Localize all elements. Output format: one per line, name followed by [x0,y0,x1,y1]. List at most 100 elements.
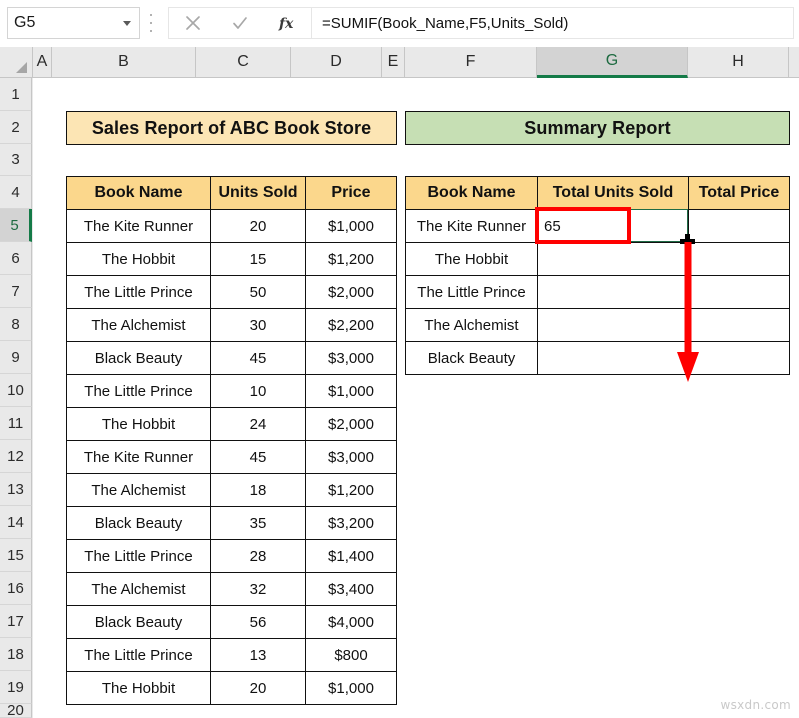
row-header-7[interactable]: 7 [0,275,32,308]
column-header-g[interactable]: G [537,47,688,78]
fx-icon[interactable]: fx [272,10,302,36]
row-header-1[interactable]: 1 [0,78,32,111]
table-cell[interactable]: 28 [210,539,306,573]
row-header-16[interactable]: 16 [0,572,32,605]
column-header-h[interactable]: H [688,47,789,77]
table-cell[interactable]: The Little Prince [66,374,211,408]
table-cell[interactable]: 50 [210,275,306,309]
table-cell[interactable] [688,209,790,243]
table-cell[interactable]: $1,200 [305,473,397,507]
table-cell[interactable]: The Alchemist [66,572,211,606]
column-header-e[interactable]: E [382,47,405,77]
row-header-2[interactable]: 2 [0,111,32,144]
table-cell[interactable]: The Hobbit [66,671,211,705]
row-header-15[interactable]: 15 [0,539,32,572]
table-cell[interactable]: 18 [210,473,306,507]
table-cell[interactable]: The Alchemist [405,308,538,342]
table-cell[interactable]: $1,400 [305,539,397,573]
table-cell[interactable]: $1,000 [305,671,397,705]
table-cell[interactable]: Black Beauty [66,605,211,639]
table-cell[interactable]: The Alchemist [66,308,211,342]
table-cell[interactable]: 20 [210,671,306,705]
table-cell[interactable]: Black Beauty [66,506,211,540]
row-header-8[interactable]: 8 [0,308,32,341]
formula-input[interactable]: =SUMIF(Book_Name,F5,Units_Sold) [311,7,794,39]
column-header-b[interactable]: B [52,47,196,77]
table-cell[interactable]: $1,000 [305,374,397,408]
column-header-c[interactable]: C [196,47,291,77]
table-cell[interactable]: 35 [210,506,306,540]
table-cell[interactable]: $3,000 [305,341,397,375]
row-header-17[interactable]: 17 [0,605,32,638]
chevron-down-icon[interactable] [123,20,131,26]
row-header-12[interactable]: 12 [0,440,32,473]
table-cell[interactable] [537,308,689,342]
table-cell[interactable]: The Little Prince [66,638,211,672]
table-cell[interactable]: 30 [210,308,306,342]
row-header-6[interactable]: 6 [0,242,32,275]
table-cell[interactable]: $4,000 [305,605,397,639]
sales-report-table[interactable]: Book Name Units Sold Price The Kite Runner 2… [66,176,397,705]
table-cell[interactable]: $3,400 [305,572,397,606]
table-cell[interactable]: $2,000 [305,275,397,309]
table-cell[interactable]: $800 [305,638,397,672]
row-header-19[interactable]: 19 [0,671,32,704]
more-options-icon[interactable] [148,14,154,32]
table-cell[interactable] [688,275,790,309]
table-row: The Alchemist 32 $3,400 [66,572,397,606]
table-cell[interactable]: The Kite Runner [66,440,211,474]
table-cell[interactable]: 32 [210,572,306,606]
column-header-a[interactable]: A [33,47,52,77]
table-cell[interactable]: 45 [210,341,306,375]
table-cell[interactable]: 20 [210,209,306,243]
table-cell[interactable]: $2,200 [305,308,397,342]
table-cell[interactable]: $3,200 [305,506,397,540]
table-cell[interactable]: 15 [210,242,306,276]
table-cell[interactable]: The Alchemist [66,473,211,507]
column-header-f[interactable]: F [405,47,537,77]
table-cell[interactable]: The Kite Runner [66,209,211,243]
table-cell[interactable]: $1,200 [305,242,397,276]
select-all-corner[interactable] [0,47,33,77]
row-header-14[interactable]: 14 [0,506,32,539]
table-cell[interactable]: $3,000 [305,440,397,474]
table-cell[interactable]: The Hobbit [66,242,211,276]
row-header-3[interactable]: 3 [0,144,32,176]
column-header-d[interactable]: D [291,47,382,77]
table-cell[interactable] [537,275,689,309]
table-cell[interactable]: The Little Prince [66,275,211,309]
table-cell[interactable]: 13 [210,638,306,672]
table-cell[interactable]: $2,000 [305,407,397,441]
row-header-10[interactable]: 10 [0,374,32,407]
table-cell[interactable] [537,341,689,375]
worksheet-grid[interactable]: Sales Report of ABC Book Store Book Name… [33,78,799,718]
table-cell[interactable]: The Little Prince [405,275,538,309]
table-cell[interactable] [537,242,689,276]
row-header-11[interactable]: 11 [0,407,32,440]
table-cell[interactable]: 24 [210,407,306,441]
table-cell[interactable] [688,242,790,276]
row-header-20[interactable]: 20 [0,702,32,718]
name-box[interactable]: G5 [7,7,140,39]
summary-report-table[interactable]: Book Name Total Units Sold Total Price The … [405,176,790,375]
table-cell[interactable]: The Kite Runner [405,209,538,243]
row-header-5[interactable]: 5 [0,209,32,242]
row-header-9[interactable]: 9 [0,341,32,374]
table-cell[interactable] [688,308,790,342]
table-cell[interactable]: Black Beauty [66,341,211,375]
table-cell[interactable]: 56 [210,605,306,639]
row-header-13[interactable]: 13 [0,473,32,506]
table-cell[interactable]: 10 [210,374,306,408]
table-cell[interactable]: 45 [210,440,306,474]
row-header-4[interactable]: 4 [0,176,32,209]
row-header-18[interactable]: 18 [0,638,32,671]
table-cell[interactable]: Black Beauty [405,341,538,375]
table-cell[interactable] [688,341,790,375]
selected-cell-g5[interactable]: 65 [537,209,689,243]
table-cell[interactable]: The Hobbit [66,407,211,441]
table-cell[interactable]: The Little Prince [66,539,211,573]
cancel-icon[interactable] [178,10,208,36]
check-icon[interactable] [225,10,255,36]
table-cell[interactable]: $1,000 [305,209,397,243]
table-cell[interactable]: The Hobbit [405,242,538,276]
